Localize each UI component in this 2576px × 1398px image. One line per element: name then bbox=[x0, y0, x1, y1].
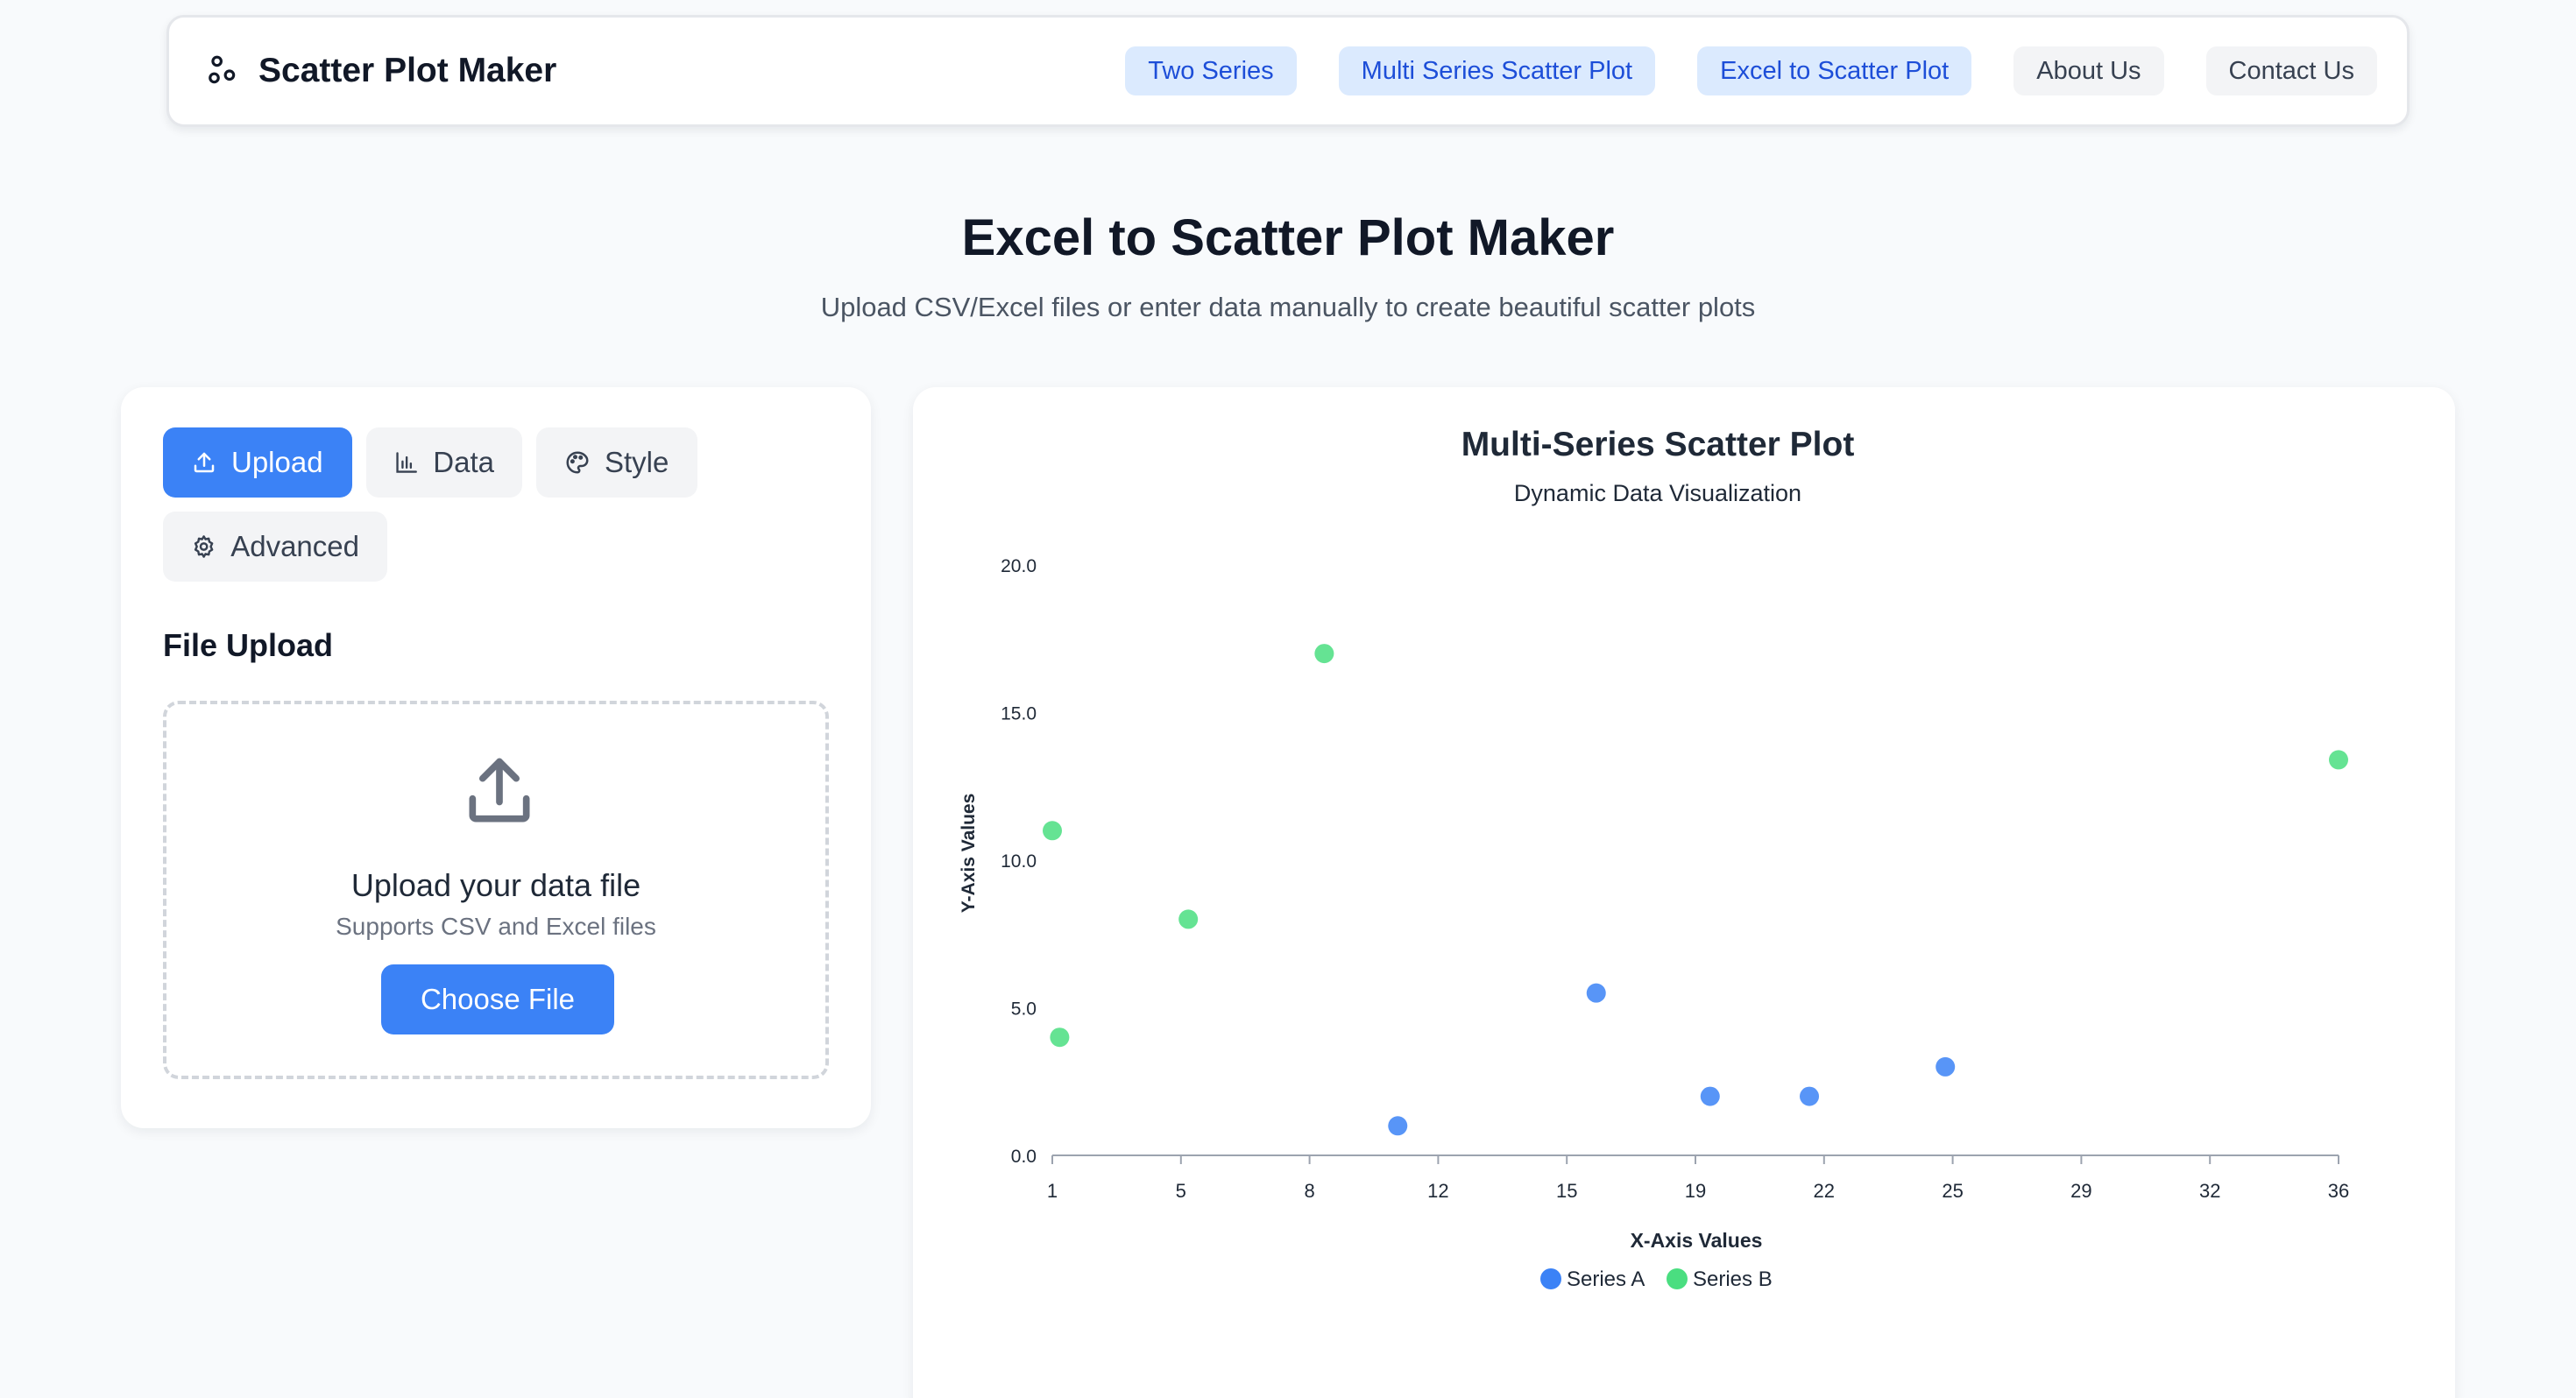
x-tick-label: 22 bbox=[1814, 1180, 1835, 1202]
brand[interactable]: Scatter Plot Maker bbox=[206, 52, 556, 90]
page-subtitle: Upload CSV/Excel files or enter data man… bbox=[820, 292, 1756, 322]
tab-style[interactable]: Style bbox=[536, 427, 697, 498]
tab-upload-label: Upload bbox=[231, 446, 323, 478]
bar-chart-icon bbox=[396, 452, 417, 473]
palette-icon bbox=[566, 451, 589, 474]
nav-link-two-series[interactable]: Two Series bbox=[1125, 46, 1297, 95]
scatter-dots-icon bbox=[209, 55, 236, 84]
scatter-chart: Multi-Series Scatter Plot Dynamic Data V… bbox=[959, 426, 2349, 1291]
scatter-point-series-a[interactable] bbox=[1700, 1086, 1720, 1106]
nav-menu: Two Series Multi Series Scatter Plot Exc… bbox=[1125, 46, 2377, 95]
scatter-point-series-a[interactable] bbox=[1388, 1116, 1408, 1136]
chart-panel: Multi-Series Scatter Plot Dynamic Data V… bbox=[913, 387, 2455, 1398]
scatter-point-series-a[interactable] bbox=[1936, 1056, 1956, 1077]
y-tick-label: 5.0 bbox=[1011, 999, 1037, 1020]
scatter-point-series-a[interactable] bbox=[1586, 983, 1606, 1003]
y-tick-label: 0.0 bbox=[1011, 1147, 1037, 1167]
x-axis-title: X-Axis Values bbox=[1631, 1229, 1763, 1252]
file-upload-heading: File Upload bbox=[163, 627, 334, 663]
legend-label-series-a[interactable]: Series A bbox=[1567, 1267, 1645, 1291]
legend-marker-series-b bbox=[1667, 1268, 1688, 1289]
nav-link-multi-series[interactable]: Multi Series Scatter Plot bbox=[1338, 46, 1656, 95]
y-axis-title: Y-Axis Values bbox=[959, 794, 979, 914]
tab-data[interactable]: Data bbox=[366, 427, 522, 498]
x-tick-label: 32 bbox=[2199, 1180, 2220, 1202]
tab-upload[interactable]: Upload bbox=[163, 427, 352, 498]
page-title: Excel to Scatter Plot Maker bbox=[961, 209, 1615, 266]
x-tick-label: 5 bbox=[1176, 1180, 1186, 1202]
dropzone-title: Upload your data file bbox=[350, 867, 641, 903]
upload-icon bbox=[194, 452, 215, 473]
x-tick-label: 15 bbox=[1556, 1180, 1577, 1202]
gear-icon bbox=[194, 535, 214, 558]
nav-link-contact-us[interactable]: Contact Us bbox=[2205, 46, 2377, 95]
tab-advanced-label: Advanced bbox=[230, 530, 359, 562]
x-tick-label: 12 bbox=[1427, 1180, 1448, 1202]
y-tick-label: 20.0 bbox=[1001, 556, 1037, 576]
dropzone-subtitle: Supports CSV and Excel files bbox=[336, 913, 656, 940]
brand-title: Scatter Plot Maker bbox=[258, 52, 557, 89]
choose-file-button[interactable]: Choose File bbox=[381, 964, 614, 1034]
tab-data-label: Data bbox=[433, 446, 494, 478]
chart-title: Multi-Series Scatter Plot bbox=[1461, 426, 1855, 463]
tab-style-label: Style bbox=[605, 446, 669, 478]
file-dropzone[interactable]: Upload your data file Supports CSV and E… bbox=[163, 701, 829, 1079]
scatter-point-series-b[interactable] bbox=[1050, 1027, 1070, 1048]
x-tick-label: 19 bbox=[1685, 1180, 1706, 1202]
tab-advanced[interactable]: Advanced bbox=[163, 512, 387, 582]
scatter-point-series-b[interactable] bbox=[2329, 750, 2348, 770]
upload-icon bbox=[469, 758, 530, 823]
nav-link-excel-to-scatter[interactable]: Excel to Scatter Plot bbox=[1697, 46, 1972, 95]
x-tick-label: 25 bbox=[1942, 1180, 1963, 1202]
top-navbar: Scatter Plot Maker Two Series Multi Seri… bbox=[166, 15, 2410, 127]
x-tick-label: 36 bbox=[2328, 1180, 2349, 1202]
x-tick-label: 8 bbox=[1304, 1180, 1314, 1202]
scatter-point-series-b[interactable] bbox=[1178, 909, 1199, 929]
scatter-point-series-b[interactable] bbox=[1314, 644, 1334, 664]
scatter-point-series-a[interactable] bbox=[1800, 1086, 1820, 1106]
y-tick-label: 15.0 bbox=[1001, 704, 1037, 724]
chart-subtitle: Dynamic Data Visualization bbox=[1514, 480, 1801, 506]
controls-panel: Upload Data Style Advanced File Upload U… bbox=[121, 387, 871, 1128]
scatter-point-series-b[interactable] bbox=[1043, 821, 1062, 841]
x-tick-label: 1 bbox=[1047, 1180, 1058, 1202]
legend-label-series-b[interactable]: Series B bbox=[1693, 1267, 1773, 1291]
legend-marker-series-a bbox=[1540, 1268, 1561, 1289]
x-tick-label: 29 bbox=[2070, 1180, 2091, 1202]
nav-link-about-us[interactable]: About Us bbox=[2013, 46, 2164, 95]
y-tick-label: 10.0 bbox=[1001, 851, 1037, 872]
